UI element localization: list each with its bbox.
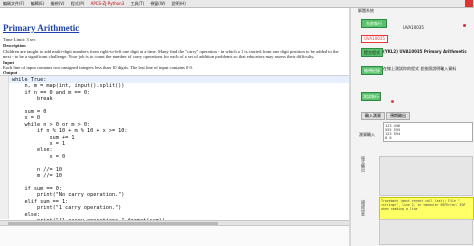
test-input-area[interactable]: 123 456 555 555 123 594 0 0 (383, 122, 473, 142)
line-gutter (0, 76, 9, 219)
output-panel (0, 225, 349, 246)
input-text: Each line of input contains two unsigned… (3, 65, 193, 70)
run-button[interactable]: 先前執行 (361, 19, 387, 28)
marker-dot (391, 100, 394, 103)
problem-label: (YKL2) UVA10035 Primary Arithmetic (383, 49, 467, 54)
judge-pane: 解題系統 先前執行 UVA10035 UVA10035 提交程式 (YKL2) … (351, 8, 474, 246)
time-limit: Time Limit: 3 sec (3, 37, 36, 42)
code-text[interactable]: while True: n, m = map(int, input().spli… (12, 77, 165, 224)
description-heading: Description (3, 43, 26, 48)
code-editor[interactable]: while True: n, m = map(int, input().spli… (0, 75, 349, 224)
menu-help[interactable]: 說明(H) (172, 0, 186, 7)
label-output: 程式輸出 (361, 156, 366, 172)
judge-title: 解題系統 (358, 8, 374, 13)
problem-title: Primary Arithmetic (3, 23, 80, 33)
label-error: 錯誤訊息 (361, 200, 366, 216)
view-button[interactable]: 檢視紀錄 (361, 66, 383, 75)
menu-window[interactable]: 視窗(W) (150, 0, 165, 7)
label-input: 測資輸入 (359, 132, 375, 137)
status-dot (463, 24, 466, 27)
menu-view[interactable]: 檢視(V) (51, 0, 65, 7)
menu-edit[interactable]: 編輯(E) (31, 0, 45, 7)
menu-bar: 編碼文件(F) 編輯(E) 檢視(V) 程式(P) APCS-ZJ-Python… (0, 0, 474, 8)
problem-code: UVA10035 (403, 25, 424, 30)
test-button[interactable]: 測試執行 (361, 92, 381, 101)
menu-highlight[interactable]: APCS-ZJ-Python3 (91, 0, 125, 7)
description-text: Children are taught to add multi-digit n… (3, 49, 339, 59)
tab-expected[interactable]: 預期輸出 (386, 112, 410, 120)
menu-file[interactable]: 編碼文件(F) (3, 0, 24, 7)
menu-program[interactable]: 程式(P) (71, 0, 85, 7)
error-message-area: Traceback (most recent call last): File … (379, 197, 474, 220)
submit-button[interactable]: 提交程式 (361, 48, 383, 57)
problem-id-tag: UVA10035 (361, 35, 388, 43)
problem-pane: Primary Arithmetic Time Limit: 3 sec Des… (0, 8, 349, 246)
menu-tools[interactable]: 工具(T) (130, 0, 144, 7)
instruction-text: 在線上測試你的程式 並依照說明輸入資料 (383, 66, 457, 71)
program-output-area (379, 156, 473, 196)
close-button[interactable] (465, 0, 473, 7)
tab-input[interactable]: 輸入測資 (361, 112, 385, 120)
extra-output-area (379, 219, 473, 245)
